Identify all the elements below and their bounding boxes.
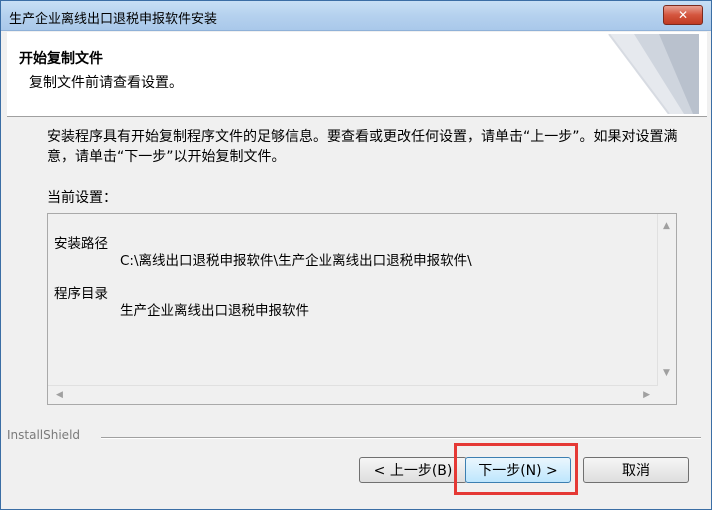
header-panel: 开始复制文件 复制文件前请查看设置。 [7, 32, 707, 117]
window-title: 生产企业离线出口退税申报软件安装 [9, 12, 218, 27]
scroll-down-icon[interactable]: ▼ [663, 369, 670, 378]
installer-graphic-icon [608, 34, 699, 114]
setting-key-program-folder: 程序目录 [54, 286, 108, 302]
settings-textbox[interactable]: 安装路径 C:\离线出口退税申报软件\生产企业离线出口退税申报软件\ 程序目录 … [47, 213, 677, 405]
next-button[interactable]: 下一步(N) > [465, 457, 571, 483]
settings-content: 安装路径 C:\离线出口退税申报软件\生产企业离线出口退税申报软件\ 程序目录 … [48, 214, 658, 386]
current-settings-label: 当前设置： [47, 190, 117, 206]
page-subtitle: 复制文件前请查看设置。 [29, 75, 183, 91]
setting-value-program-folder: 生产企业离线出口退税申报软件 [120, 303, 309, 319]
cancel-button[interactable]: 取消 [583, 457, 689, 483]
instructions-text: 安装程序具有开始复制程序文件的足够信息。要查看或更改任何设置，请单击“上一步”。… [47, 129, 678, 165]
scroll-right-icon[interactable]: ▶ [643, 391, 650, 400]
horizontal-scrollbar[interactable]: ◀ ▶ [48, 385, 658, 404]
vertical-scrollbar[interactable]: ▲ ▼ [657, 214, 676, 386]
content-area: 安装程序具有开始复制程序文件的足够信息。要查看或更改任何设置，请单击“上一步”。… [7, 117, 707, 507]
installshield-brand: InstallShield [7, 428, 81, 442]
page-title: 开始复制文件 [19, 51, 103, 67]
close-button[interactable]: ✕ [663, 5, 703, 25]
title-bar[interactable]: 生产企业离线出口退税申报软件安装 ✕ [1, 1, 711, 31]
scroll-up-icon[interactable]: ▲ [663, 222, 670, 231]
footer-divider [101, 437, 701, 439]
setting-value-install-path: C:\离线出口退税申报软件\生产企业离线出口退税申报软件\ [120, 253, 472, 269]
back-button[interactable]: < 上一步(B) [359, 457, 467, 483]
scroll-left-icon[interactable]: ◀ [56, 391, 63, 400]
installer-window: 生产企业离线出口退税申报软件安装 ✕ 开始复制文件 复制文件前请查看设置。 安装… [0, 0, 712, 510]
close-icon: ✕ [677, 8, 689, 22]
setting-key-install-path: 安装路径 [54, 236, 108, 252]
